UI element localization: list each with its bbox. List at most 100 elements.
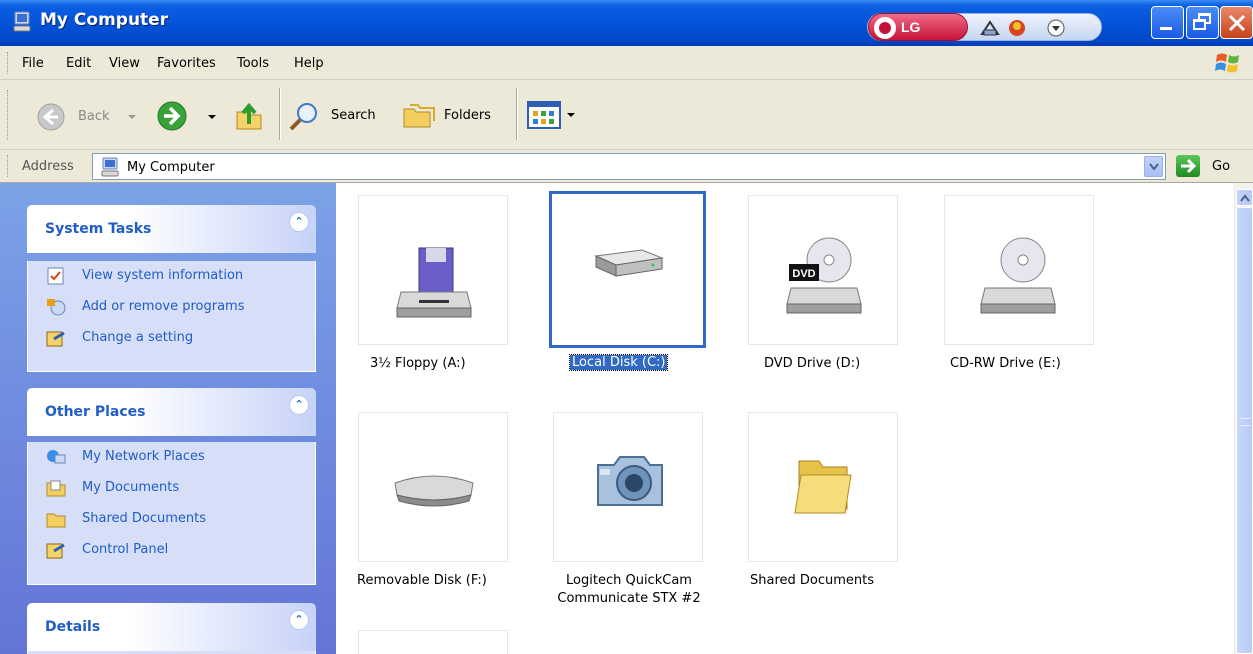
folders-button[interactable]: Folders [402, 98, 508, 134]
forward-arrow-icon [157, 101, 187, 131]
drive-label[interactable]: Local Disk (C:) [568, 354, 669, 371]
toolbar-separator [516, 88, 518, 140]
task-label: View system information [82, 268, 244, 283]
scroll-grip [1241, 418, 1250, 426]
drive-tile-partial[interactable] [358, 630, 508, 654]
address-grip[interactable] [7, 155, 9, 177]
place-control-panel[interactable]: Control Panel [28, 535, 315, 566]
control-panel-icon [46, 543, 65, 559]
drive-tile-e[interactable] [944, 195, 1094, 345]
place-my-documents[interactable]: My Documents [28, 473, 315, 504]
search-label: Search [331, 108, 376, 123]
standard-toolbar: Back Search Folders [0, 80, 1253, 150]
address-input[interactable]: My Computer [92, 153, 1166, 180]
details-header[interactable]: Details ⌃ [27, 603, 316, 651]
folder-icon [794, 460, 852, 514]
minimize-button[interactable] [1151, 6, 1184, 39]
title-bar[interactable]: My Computer LG [0, 0, 1253, 46]
menu-favorites[interactable]: Favorites [157, 56, 216, 71]
collapse-button[interactable]: ⌃ [289, 212, 309, 232]
panel-title: Other Places [45, 404, 146, 420]
lg-display-icon[interactable] [1007, 18, 1027, 38]
system-tasks-panel: System Tasks ⌃ View system information A… [27, 205, 316, 372]
collapse-button[interactable]: ⌃ [289, 395, 309, 415]
control-panel-icon [46, 331, 65, 347]
lg-label: LG [901, 19, 921, 35]
vertical-scrollbar[interactable] [1234, 183, 1253, 654]
drive-tile-a[interactable] [358, 195, 508, 345]
lg-toolbar[interactable]: LG [867, 13, 1102, 41]
place-shared-documents[interactable]: Shared Documents [28, 504, 315, 535]
forward-dropdown-icon[interactable] [208, 115, 216, 119]
menu-file[interactable]: File [22, 56, 44, 71]
back-button[interactable]: Back [36, 98, 146, 134]
device-tile-camera[interactable] [553, 412, 703, 562]
drive-list: 3½ Floppy (A:) Local Disk (C:) DVD DVD D… [336, 183, 1234, 654]
back-label: Back [78, 109, 110, 124]
folder-label[interactable]: Shared Documents [750, 573, 874, 588]
collapse-button[interactable]: ⌃ [289, 610, 309, 630]
restore-button[interactable] [1186, 6, 1219, 39]
task-add-remove-programs[interactable]: Add or remove programs [28, 292, 315, 323]
task-label: My Network Places [82, 449, 205, 464]
go-label[interactable]: Go [1212, 159, 1230, 174]
lg-tool-icon[interactable] [980, 18, 1000, 38]
other-places-header[interactable]: Other Places ⌃ [27, 388, 316, 436]
lg-button[interactable]: LG [868, 13, 968, 41]
place-my-network-places[interactable]: My Network Places [28, 442, 315, 473]
chevron-down-icon [1149, 163, 1159, 171]
task-change-a-setting[interactable]: Change a setting [28, 323, 315, 354]
add-remove-programs-icon [47, 299, 66, 316]
windows-logo-icon [1215, 53, 1239, 73]
back-dropdown-icon[interactable] [128, 115, 136, 119]
views-dropdown-icon[interactable] [567, 113, 575, 117]
lg-logo-icon [874, 17, 896, 39]
removable-disk-icon [394, 475, 474, 507]
system-tasks-header[interactable]: System Tasks ⌃ [27, 205, 316, 253]
scroll-thumb[interactable] [1236, 207, 1253, 654]
drive-tile-c[interactable] [549, 191, 706, 348]
views-button[interactable] [527, 100, 579, 130]
search-button[interactable]: Search [288, 98, 388, 134]
details-panel: Details ⌃ [27, 603, 316, 654]
folders-icon [403, 104, 435, 128]
close-icon [1228, 14, 1246, 32]
task-label: Change a setting [82, 330, 194, 345]
drive-label[interactable]: CD-RW Drive (E:) [950, 356, 1061, 371]
up-folder-icon[interactable] [234, 102, 264, 132]
menu-bar: File Edit View Favorites Tools Help [0, 46, 1253, 80]
go-arrow-icon [1181, 158, 1197, 174]
lg-menu-dropdown-icon[interactable] [1046, 18, 1066, 38]
drive-label[interactable]: Removable Disk (F:) [357, 573, 487, 588]
folder-tile-shared-documents[interactable] [748, 412, 898, 562]
drive-label[interactable]: 3½ Floppy (A:) [370, 356, 466, 371]
drive-tile-d[interactable]: DVD [748, 195, 898, 345]
svg-text:DVD: DVD [792, 268, 815, 280]
forward-button[interactable] [156, 98, 218, 134]
task-view-system-information[interactable]: View system information [28, 261, 315, 292]
views-icon [527, 101, 561, 129]
task-pane: System Tasks ⌃ View system information A… [0, 183, 336, 654]
network-places-icon [47, 450, 66, 464]
go-button[interactable] [1176, 155, 1200, 177]
task-label: Add or remove programs [82, 299, 245, 314]
toolbar-grip[interactable] [7, 90, 9, 140]
search-icon [289, 103, 317, 131]
panel-title: Details [45, 619, 101, 635]
menu-view[interactable]: View [109, 56, 140, 71]
menu-grip[interactable] [7, 52, 9, 74]
address-dropdown-button[interactable] [1144, 156, 1163, 177]
device-label-line1[interactable]: Logitech QuickCam [554, 573, 704, 588]
drive-label[interactable]: DVD Drive (D:) [764, 356, 860, 371]
hard-disk-icon [594, 249, 664, 277]
drive-tile-f[interactable] [358, 412, 508, 562]
device-label-line2[interactable]: Communicate STX #2 [554, 591, 704, 606]
panel-title: System Tasks [45, 221, 152, 237]
scroll-up-button[interactable] [1236, 189, 1253, 206]
back-arrow-icon [37, 103, 65, 131]
dvd-drive-icon: DVD [786, 237, 862, 314]
close-button[interactable] [1220, 6, 1253, 39]
menu-edit[interactable]: Edit [66, 56, 91, 71]
menu-tools[interactable]: Tools [237, 56, 269, 71]
menu-help[interactable]: Help [294, 56, 324, 71]
